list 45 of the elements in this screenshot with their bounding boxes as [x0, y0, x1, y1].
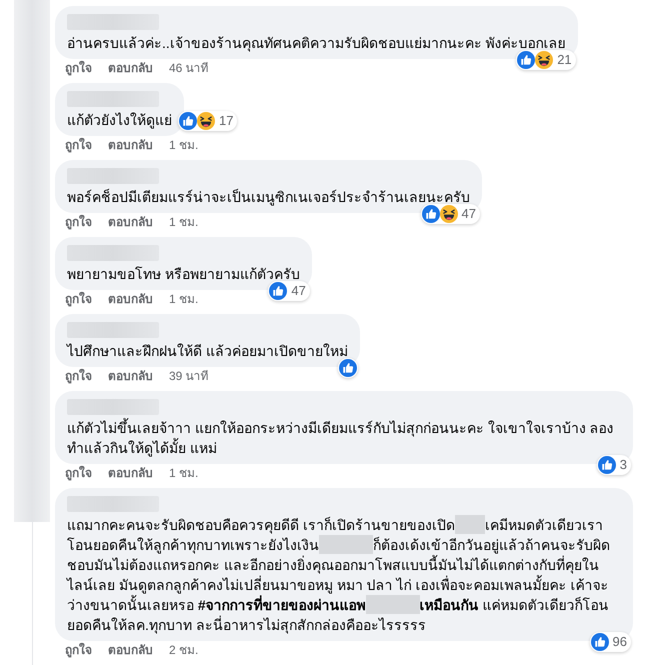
laughing-face-icon [535, 51, 554, 69]
timestamp-link[interactable]: 1 ชม. [169, 465, 198, 481]
reply-link[interactable]: ตอบกลับ [108, 642, 153, 658]
reactions-button[interactable]: 47 [268, 281, 310, 301]
reactions-button[interactable]: 17 [178, 111, 238, 131]
laughing-face-icon [197, 112, 215, 130]
thumbs-up-icon [590, 633, 609, 651]
like-link[interactable]: ถูกใจ [65, 137, 92, 153]
comment-text: แก้ตัวยังไงให้ดูแย่ [67, 111, 172, 130]
like-link[interactable]: ถูกใจ [65, 60, 92, 76]
thumbs-up-icon [517, 51, 536, 69]
reactions-button[interactable]: 96 [590, 632, 631, 652]
thumbs-up-icon [338, 359, 357, 377]
comment-text: พอร์คช็อปมีเตียมแรร์น่าจะเป็นเมนูซิกเนเจอร์ประจำร้านเลยนะครับ [67, 188, 470, 207]
comment-text: แก้ตัวไม่ขึ้นเลยจ้าาา แยกให้ออกระหว่างมีเดียมแรร์กับไม่สุกก่อนนะคะ ใจเขาใจเราบ้าง ลอง ทำแล้วกินให้ดูได้มั้ย แหม่ [67, 418, 615, 458]
reactions-button[interactable]: 47 [420, 204, 480, 224]
comment-text: อ่านครบแล้วค่ะ..เจ้าของร้านคุณทัศนคติความรับผิดชอบแย่มากนะคะ พังค่ะบอกเลย [67, 34, 566, 53]
reply-link[interactable]: ตอบกลับ [108, 368, 153, 384]
thumbs-up-icon [598, 456, 616, 474]
comment-text: แถมากคะคนจะรับผิดชอบคือควรคุยดีดี เราก็เปิดร้านขายของเปิด เคมีหมดตัวเดียวเราโอนยอดคืนให้ลูกค้าทุกบาทเพราะยังไงเงิน ก็ต้องเด้งเข้าอีกวันอยู่แล้วถ้าคนจะรับผิดชอบมันไม่ต้องแถหรอกคะ และอีกอย่างยิ่งคุณออกมาโพสแบบนี้มันไม่ได้แตกต่างกับที่คุยในไลน์เลย มันดูตลกลูกค้าคงไม่เปลี่ยนมาขอหมู หมา ปลา ไก่ เองเพื่อจะคอมเพลนมั้ยคะ เค้าจะว่างขนาดนั้นเลยหรอ #จากการที่ขายของผ่านแอพ เหมือนกัน แค่หมดตัวเดียวก็โอนยอดคืนให้ลค.ทุกบาท ละนี่อาหารไม่สุกสักกล่องคืออะไรรรรร [67, 515, 611, 635]
like-link[interactable]: ถูกใจ [65, 291, 92, 307]
thumbs-up-icon [422, 205, 440, 223]
like-link[interactable]: ถูกใจ [65, 642, 92, 658]
reactions-button[interactable] [338, 358, 358, 378]
reply-link[interactable]: ตอบกลับ [108, 291, 153, 307]
reply-link[interactable]: ตอบกลับ [108, 60, 153, 76]
reply-link[interactable]: ตอบกลับ [108, 214, 153, 230]
like-link[interactable]: ถูกใจ [65, 214, 92, 230]
reactions-button[interactable]: 21 [516, 50, 576, 70]
timestamp-link[interactable]: 39 นาที [169, 368, 209, 384]
timestamp-link[interactable]: 1 ชม. [169, 214, 198, 230]
laughing-face-icon [440, 205, 458, 223]
reply-link[interactable]: ตอบกลับ [108, 465, 153, 481]
reply-link[interactable]: ตอบกลับ [108, 137, 153, 153]
like-link[interactable]: ถูกใจ [65, 465, 92, 481]
timestamp-link[interactable]: 1 ชม. [169, 291, 198, 307]
timestamp-link[interactable]: 1 ชม. [169, 137, 198, 153]
timestamp-link[interactable]: 46 นาที [169, 60, 209, 76]
thumbs-up-icon [179, 112, 197, 130]
comment-text: พยายามขอโทษ หรือพยายามแก้ตัวครับ [67, 265, 300, 284]
comment-text: ไปศึกษาและฝึกฝนให้ดี แล้วค่อยมาเปิดขายใหม่ [67, 342, 348, 361]
like-link[interactable]: ถูกใจ [65, 368, 92, 384]
reactions-button[interactable]: 3 [596, 455, 631, 475]
thumbs-up-icon [269, 282, 288, 300]
timestamp-link[interactable]: 2 ชม. [169, 642, 198, 658]
